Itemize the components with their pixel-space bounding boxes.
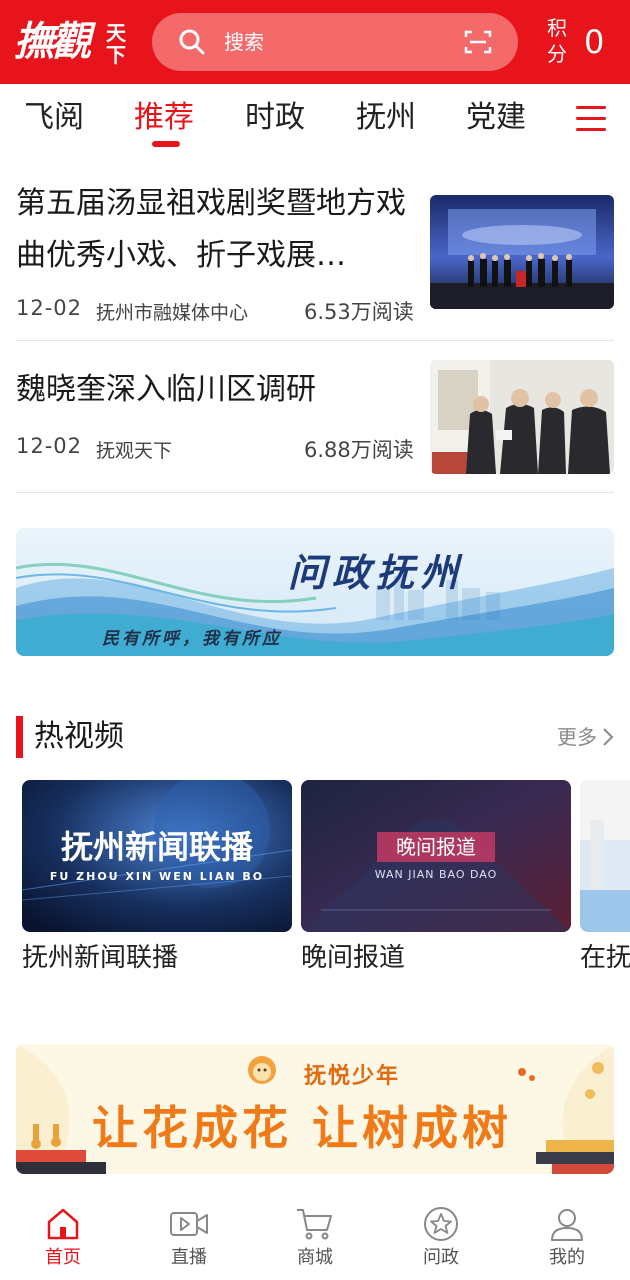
nav-label: 商城 xyxy=(297,1247,333,1268)
tab-party[interactable]: 党建 xyxy=(466,98,526,138)
nav-wenzheng[interactable]: 问政 xyxy=(378,1196,504,1280)
news-source: 抚州市融媒体中心 xyxy=(96,302,249,324)
star-icon xyxy=(424,1207,458,1241)
news-date: 12-02 xyxy=(16,434,83,458)
user-icon xyxy=(551,1209,583,1241)
nav-label: 问政 xyxy=(423,1247,459,1268)
news-reads: 6.88万阅读 xyxy=(304,438,414,462)
promo-brand: 抚悦少年 xyxy=(304,1064,401,1089)
channel-tabs: 飞阅 推荐 时政 抚州 党建 xyxy=(0,84,630,154)
nav-home[interactable]: 首页 xyxy=(0,1196,126,1280)
nav-label: 首页 xyxy=(45,1247,81,1268)
app-logo[interactable]: 撫觀 天 下 xyxy=(14,14,134,70)
nav-label: 我的 xyxy=(549,1247,585,1268)
video-card[interactable]: 抚州新闻联播 FU ZHOU XIN WEN LIAN BO xyxy=(22,780,292,932)
tab-fuzhou[interactable]: 抚州 xyxy=(356,98,416,138)
tab-feiyue[interactable]: 飞阅 xyxy=(24,98,84,138)
live-video-icon xyxy=(170,1212,208,1236)
scan-icon[interactable] xyxy=(464,29,492,55)
cart-icon xyxy=(297,1209,332,1240)
news-title: 第五届汤显祖戏剧奖暨地方戏曲优秀小戏、折子戏展… xyxy=(16,186,406,273)
more-link[interactable]: 更多 xyxy=(557,724,597,750)
video-thumb-title: 晚间报道 xyxy=(396,835,476,859)
section-accent-bar xyxy=(16,716,23,758)
promo-banner[interactable]: 抚悦少年 让花成花 让树成树 xyxy=(16,1044,614,1174)
banner-subtitle: 民有所呼，我有所应 xyxy=(102,629,282,649)
top-header: 撫觀 天 下 搜索 积 分 0 xyxy=(0,0,630,84)
logo-main-text: 撫觀 xyxy=(14,18,91,65)
promo-slogan: 让花成花 让树成树 xyxy=(92,1101,513,1155)
search-icon xyxy=(179,29,205,55)
tab-politics[interactable]: 时政 xyxy=(245,98,305,138)
home-icon xyxy=(47,1208,79,1240)
nav-mall[interactable]: 商城 xyxy=(252,1196,378,1280)
news-date: 12-02 xyxy=(16,296,83,320)
news-source: 抚观天下 xyxy=(96,440,173,462)
video-thumb-title: 抚州新闻联播 xyxy=(61,828,254,866)
points-label-2: 分 xyxy=(547,42,567,66)
bottom-navigation: 首页 直播 商城 问政 我的 xyxy=(0,1196,630,1280)
video-thumb-subtitle: FU ZHOU XIN WEN LIAN BO xyxy=(50,870,264,883)
nav-label: 直播 xyxy=(171,1247,207,1268)
news-thumbnail xyxy=(430,195,614,309)
chevron-right-icon[interactable] xyxy=(602,727,614,747)
search-bar[interactable]: 搜索 xyxy=(152,13,518,71)
nav-live[interactable]: 直播 xyxy=(126,1196,252,1280)
video-label[interactable]: 在抚 xyxy=(580,940,630,976)
nav-mine[interactable]: 我的 xyxy=(504,1196,630,1280)
tab-recommend[interactable]: 推荐 xyxy=(134,98,194,138)
active-tab-indicator xyxy=(152,141,180,147)
points-display[interactable]: 积 分 0 xyxy=(544,10,624,74)
divider xyxy=(16,492,614,493)
wenzheng-banner[interactable]: 问政抚州 民有所呼，我有所应 xyxy=(16,528,614,656)
news-item[interactable]: 魏晓奎深入临川区调研 12-02 抚观天下 6.88万阅读 xyxy=(16,360,614,480)
video-card[interactable]: 晚间报道 WAN JIAN BAO DAO xyxy=(301,780,571,932)
search-placeholder: 搜索 xyxy=(224,30,264,54)
news-reads: 6.53万阅读 xyxy=(304,300,414,324)
banner-title: 问政抚州 xyxy=(288,550,465,595)
points-value: 0 xyxy=(584,23,605,61)
channel-menu-icon[interactable] xyxy=(576,104,608,134)
news-thumbnail xyxy=(430,360,614,474)
video-label[interactable]: 晚间报道 xyxy=(301,940,405,976)
divider xyxy=(16,340,614,341)
video-label[interactable]: 抚州新闻联播 xyxy=(22,940,178,976)
news-title: 魏晓奎深入临川区调研 xyxy=(16,372,316,407)
news-item[interactable]: 第五届汤显祖戏剧奖暨地方戏曲优秀小戏、折子戏展… 12-02 抚州市融媒体中心 … xyxy=(16,178,614,328)
section-title: 热视频 xyxy=(34,719,124,754)
video-thumb-subtitle: WAN JIAN BAO DAO xyxy=(375,868,498,881)
points-label-1: 积 xyxy=(547,16,567,40)
logo-small-bottom: 下 xyxy=(106,43,126,67)
logo-small-top: 天 xyxy=(106,21,126,45)
video-card[interactable] xyxy=(580,780,630,932)
